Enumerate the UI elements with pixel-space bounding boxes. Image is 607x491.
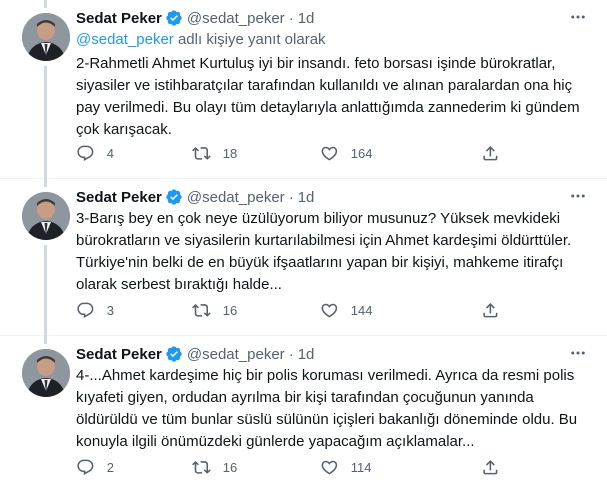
tweet-header: Sedat Peker @sedat_peker · 1d <box>76 344 314 364</box>
tweet-text: 4-...Ahmet kardeşime hiç bir polis korum… <box>76 367 578 450</box>
tweet-header: Sedat Peker @sedat_peker · 1d <box>76 187 314 207</box>
reply-context: @sedat_peker adlı kişiye yanıt olarak <box>76 31 326 48</box>
verified-badge-icon <box>165 188 183 206</box>
timestamp[interactable]: 1d <box>298 10 315 27</box>
share-icon <box>483 459 498 475</box>
separator-dot: · <box>288 9 294 27</box>
more-icon[interactable] <box>567 6 589 28</box>
thread-line <box>44 336 47 344</box>
share-button[interactable] <box>481 144 500 163</box>
author-name[interactable]: Sedat Peker <box>76 10 162 27</box>
retweet-button[interactable]: 16 <box>192 301 237 320</box>
reply-button[interactable]: 2 <box>76 458 114 477</box>
retweet-count: 16 <box>222 459 238 475</box>
avatar[interactable] <box>22 192 70 240</box>
reply-mention-link[interactable]: @sedat_peker <box>76 31 174 48</box>
thread-line <box>44 66 47 179</box>
timestamp[interactable]: 1d <box>298 346 315 363</box>
share-button[interactable] <box>481 458 500 477</box>
reply-button[interactable]: 3 <box>76 301 114 320</box>
tweet-actions: 3 16 144 <box>76 300 506 320</box>
tweet-text: 2-Rahmetli Ahmet Kurtuluş iyi bir insand… <box>76 55 580 138</box>
like-button[interactable]: 114 <box>320 458 371 477</box>
author-handle[interactable]: @sedat_peker <box>187 10 285 27</box>
retweet-button[interactable]: 18 <box>192 144 237 163</box>
tweet-feed: Sedat Peker @sedat_peker · 1d @sedat_pek… <box>0 0 607 491</box>
reply-count: 2 <box>106 459 114 475</box>
like-icon <box>321 146 338 161</box>
tweet[interactable]: Sedat Peker @sedat_peker · 1d 4-...Ahmet… <box>0 336 607 491</box>
author-handle[interactable]: @sedat_peker <box>187 346 285 363</box>
thread-line <box>44 179 47 187</box>
retweet-icon <box>192 303 211 317</box>
share-button[interactable] <box>481 301 500 320</box>
separator-dot: · <box>288 345 294 363</box>
retweet-count: 16 <box>222 302 238 318</box>
share-icon <box>483 302 498 318</box>
like-button[interactable]: 144 <box>320 301 372 320</box>
separator-dot: · <box>288 188 294 206</box>
tweet-text: 3-Barış bey en çok neye üzülüyorum biliy… <box>76 210 572 293</box>
avatar[interactable] <box>22 349 70 397</box>
timestamp[interactable]: 1d <box>298 189 315 206</box>
thread-line <box>44 0 47 8</box>
tweet-header: Sedat Peker @sedat_peker · 1d <box>76 8 314 28</box>
avatar[interactable] <box>22 13 70 61</box>
like-button[interactable]: 164 <box>320 144 372 163</box>
tweet-actions: 4 18 164 <box>76 143 506 163</box>
like-count: 164 <box>350 145 373 161</box>
retweet-icon <box>192 146 211 160</box>
like-icon <box>321 460 338 475</box>
like-count: 144 <box>350 302 373 318</box>
like-icon <box>321 303 338 318</box>
author-handle[interactable]: @sedat_peker <box>187 189 285 206</box>
reply-count: 4 <box>106 145 114 161</box>
retweet-icon <box>192 460 211 474</box>
reply-icon <box>77 459 94 475</box>
reply-icon <box>77 302 94 318</box>
verified-badge-icon <box>165 345 183 363</box>
share-icon <box>483 145 498 161</box>
thread-line <box>44 245 47 336</box>
reply-context-label: adlı kişiye yanıt olarak <box>173 31 326 48</box>
author-name[interactable]: Sedat Peker <box>76 346 162 363</box>
author-name[interactable]: Sedat Peker <box>76 189 162 206</box>
tweet[interactable]: Sedat Peker @sedat_peker · 1d 3-Barış be… <box>0 179 607 336</box>
tweet-actions: 2 16 114 <box>76 457 506 477</box>
retweet-button[interactable]: 16 <box>192 458 237 477</box>
reply-count: 3 <box>106 302 114 318</box>
like-count: 114 <box>350 459 372 475</box>
verified-badge-icon <box>165 9 183 27</box>
more-icon[interactable] <box>567 342 589 364</box>
tweet[interactable]: Sedat Peker @sedat_peker · 1d @sedat_pek… <box>0 0 607 179</box>
reply-button[interactable]: 4 <box>76 144 114 163</box>
more-icon[interactable] <box>567 185 589 207</box>
retweet-count: 18 <box>222 145 238 161</box>
reply-icon <box>77 145 94 161</box>
